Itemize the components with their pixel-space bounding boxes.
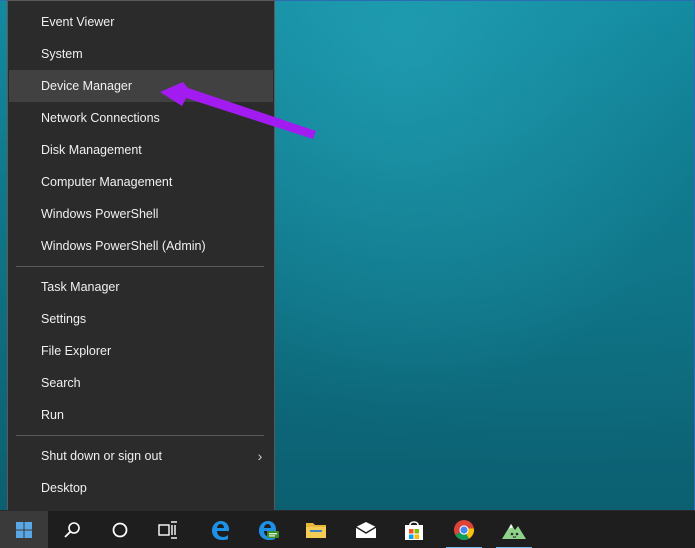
menu-item-run[interactable]: Run bbox=[9, 399, 273, 431]
chevron-right-icon: › bbox=[257, 448, 263, 464]
menu-item-device-manager[interactable]: Device Manager bbox=[9, 70, 273, 102]
search-icon[interactable] bbox=[48, 511, 96, 548]
menu-item-shut-down-or-sign-out[interactable]: Shut down or sign out › bbox=[9, 440, 273, 472]
menu-item-disk-management[interactable]: Disk Management bbox=[9, 134, 273, 166]
pinned-app-icon[interactable] bbox=[490, 511, 538, 548]
taskbar bbox=[0, 510, 695, 548]
power-user-menu: Event Viewer System Device Manager Netwo… bbox=[7, 0, 275, 511]
menu-separator bbox=[16, 435, 264, 436]
menu-item-task-manager[interactable]: Task Manager bbox=[9, 271, 273, 303]
menu-item-computer-management[interactable]: Computer Management bbox=[9, 166, 273, 198]
task-view-icon[interactable] bbox=[144, 511, 192, 548]
edge-icon[interactable] bbox=[196, 511, 244, 548]
menu-item-windows-powershell-admin[interactable]: Windows PowerShell (Admin) bbox=[9, 230, 273, 262]
menu-item-settings[interactable]: Settings bbox=[9, 303, 273, 335]
menu-item-search[interactable]: Search bbox=[9, 367, 273, 399]
menu-item-desktop[interactable]: Desktop bbox=[9, 472, 273, 504]
menu-item-event-viewer[interactable]: Event Viewer bbox=[9, 6, 273, 38]
file-explorer-icon[interactable] bbox=[292, 511, 340, 548]
menu-separator bbox=[16, 266, 264, 267]
chrome-icon[interactable] bbox=[440, 511, 488, 548]
windows-start-icon[interactable] bbox=[0, 511, 48, 548]
menu-item-label: Shut down or sign out bbox=[41, 449, 162, 463]
menu-item-system[interactable]: System bbox=[9, 38, 273, 70]
menu-item-network-connections[interactable]: Network Connections bbox=[9, 102, 273, 134]
store-icon[interactable] bbox=[390, 511, 438, 548]
screen: Event Viewer System Device Manager Netwo… bbox=[0, 0, 695, 548]
edge-beta-icon[interactable] bbox=[244, 511, 292, 548]
menu-item-windows-powershell[interactable]: Windows PowerShell bbox=[9, 198, 273, 230]
cortana-icon[interactable] bbox=[96, 511, 144, 548]
menu-item-file-explorer[interactable]: File Explorer bbox=[9, 335, 273, 367]
mail-icon[interactable] bbox=[342, 511, 390, 548]
